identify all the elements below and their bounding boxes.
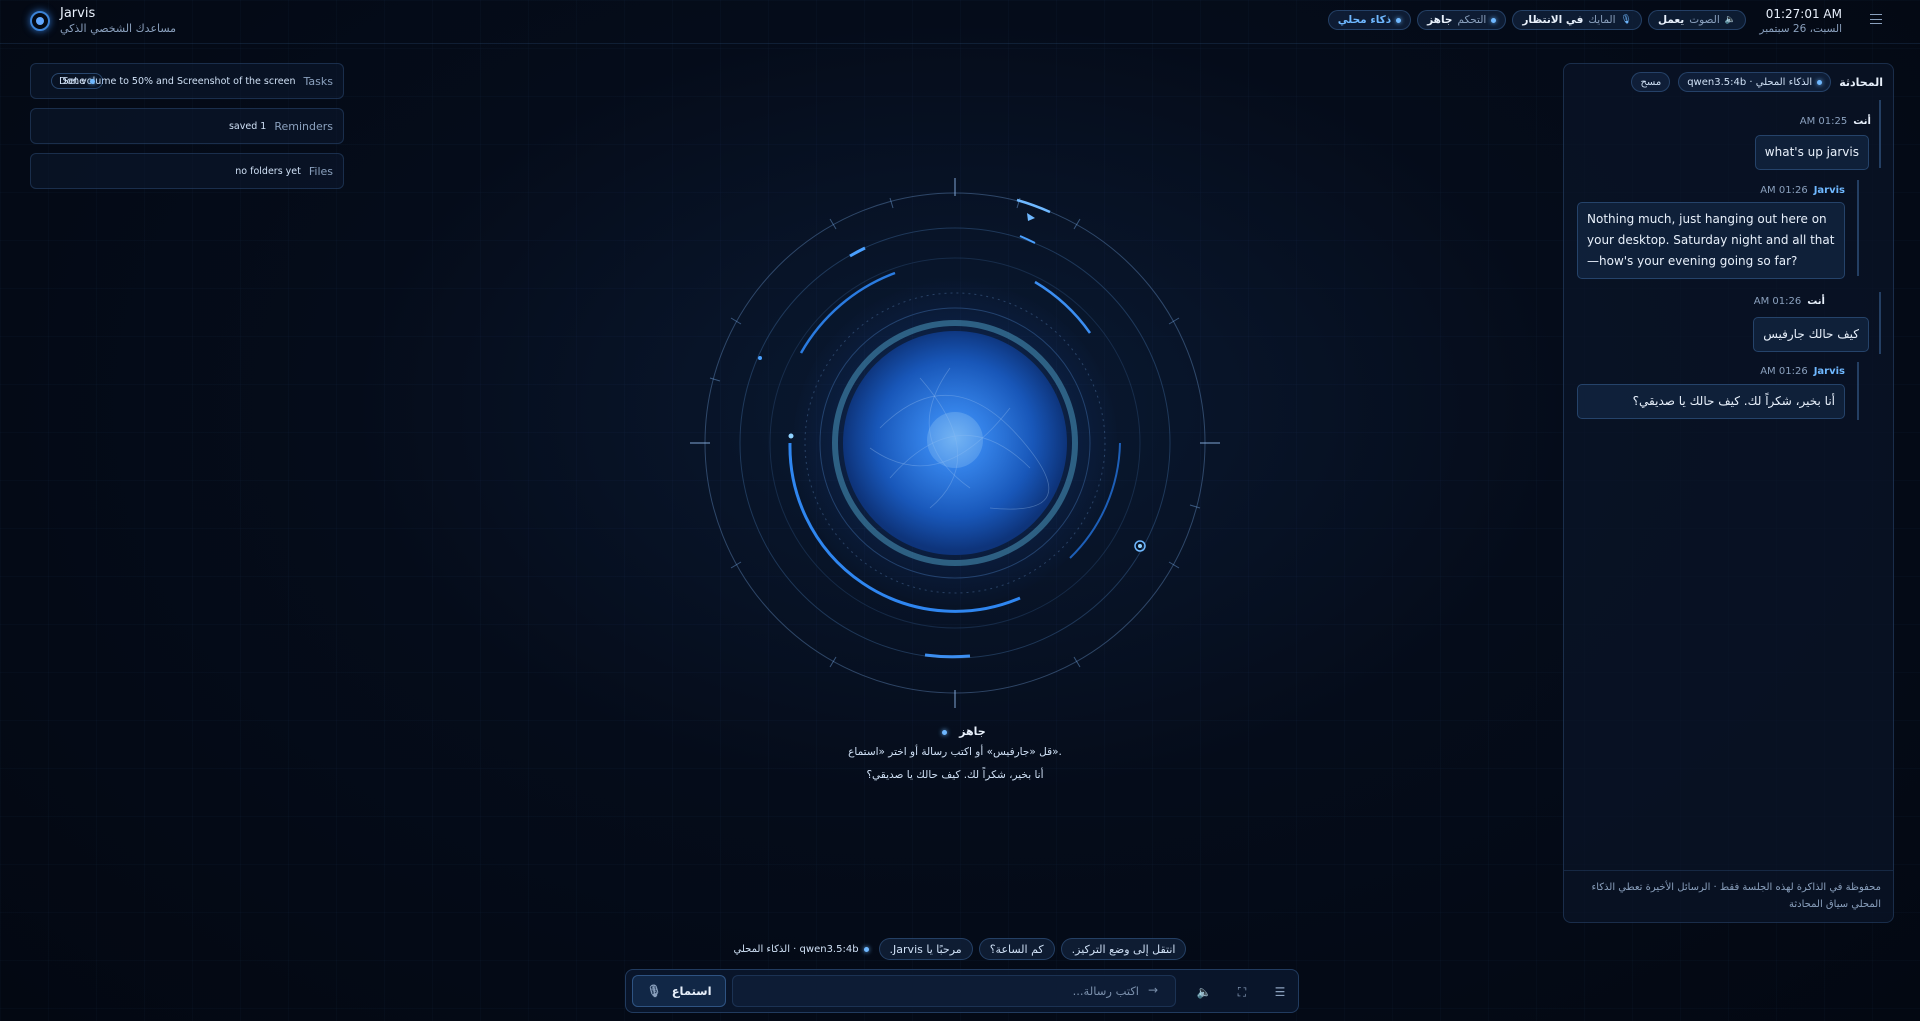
- composer: استماع 🎙 → 🔈 ⛶ ☰: [625, 969, 1299, 1013]
- speaker-icon[interactable]: 🔈: [1194, 982, 1214, 1002]
- status-dot-icon: [863, 946, 869, 952]
- task-status-badge: Done: [51, 73, 104, 89]
- pill-mic[interactable]: 🎙 المايك في الانتظار: [1512, 10, 1642, 30]
- pill-mic-value: في الانتظار: [1522, 14, 1584, 26]
- jarvis-message-bubble: Nothing much, just hanging out here on y…: [1577, 202, 1845, 279]
- reminders-widget[interactable]: saved 1 Reminders: [30, 108, 344, 144]
- top-bar: Jarvis مساعدك الشخصي الذكي 🔈 الصوت يعمل …: [0, 0, 1920, 44]
- user-message-bubble: what's up jarvis: [1754, 135, 1869, 170]
- status-dot-icon: [1491, 17, 1497, 23]
- assistant-orb[interactable]: [690, 178, 1220, 708]
- brand: Jarvis مساعدك الشخصي الذكي: [30, 6, 176, 35]
- settings-sliders-icon[interactable]: ☰: [1270, 982, 1290, 1002]
- task-status-text: Done: [59, 75, 86, 87]
- hamburger-menu-icon[interactable]: [1870, 14, 1882, 24]
- files-widget[interactable]: no folders yet Files: [30, 153, 344, 189]
- message-meta: Jarvis 01:26 AM: [1760, 366, 1845, 377]
- message-time: 01:26 AM: [1753, 296, 1802, 307]
- message-meta: أنت 01:25 AM: [1800, 116, 1871, 127]
- pill-local-ai-value: ذكاء محلي: [1337, 14, 1392, 26]
- clock: 01:27:01 AM السبت، 26 سبتمبر: [1759, 7, 1842, 35]
- message-time: 01:25 AM: [1799, 116, 1848, 127]
- user-message-bubble: كيف حالك جارفيس: [1753, 317, 1869, 352]
- send-arrow-icon[interactable]: →: [1148, 983, 1158, 997]
- pill-control-label: التحكم: [1457, 14, 1487, 26]
- message-time: 01:26 AM: [1760, 185, 1808, 196]
- model-tag-text: qwen3.5:4b · الذكاء المحلي: [733, 943, 859, 955]
- chat-header: مسح qwen3.5:4b · الذكاء المحلي المحادثة: [1564, 64, 1893, 100]
- message-author: أنت: [1853, 116, 1871, 127]
- message-rail: [1879, 100, 1881, 168]
- chat-panel: مسح qwen3.5:4b · الذكاء المحلي المحادثة …: [1563, 63, 1894, 923]
- app-name: Jarvis: [60, 6, 96, 21]
- message-rail: [1879, 292, 1881, 354]
- speaker-icon: 🔈: [1724, 15, 1736, 25]
- clear-label: مسح: [1640, 76, 1662, 88]
- orb-glow: [793, 281, 1117, 605]
- message-author: Jarvis: [1813, 185, 1845, 196]
- status-dot-icon: [1396, 17, 1402, 23]
- listen-button[interactable]: استماع 🎙: [632, 975, 726, 1007]
- status-pills: 🔈 الصوت يعمل 🎙 المايك في الانتظار التحكم…: [1327, 10, 1746, 30]
- model-tag: qwen3.5:4b · الذكاء المحلي: [734, 938, 873, 960]
- message-input[interactable]: [732, 975, 1176, 1007]
- mic-off-icon: 🎙: [646, 984, 662, 998]
- files-label: Files: [308, 164, 333, 178]
- chat-memory-note: محفوظة في الذاكرة لهذه الجلسة فقط · الرس…: [1564, 870, 1893, 922]
- suggestion-chip[interactable]: انتقل إلى وضع التركيز.: [1060, 938, 1187, 960]
- status-dot-icon: [942, 730, 948, 735]
- jarvis-message-bubble: أنا بخير، شكراً لك. كيف حالك يا صديقي؟: [1577, 384, 1845, 419]
- clock-time: 01:27:01 AM: [1765, 7, 1842, 21]
- suggestion-chip[interactable]: كم الساعة؟: [978, 938, 1055, 960]
- message-meta: Jarvis 01:26 AM: [1760, 185, 1845, 196]
- chat-model-text: qwen3.5:4b · الذكاء المحلي: [1687, 76, 1813, 88]
- pill-sound[interactable]: 🔈 الصوت يعمل: [1647, 10, 1746, 30]
- message-rail: [1857, 362, 1859, 420]
- pill-control[interactable]: التحكم جاهز: [1417, 10, 1507, 30]
- pill-mic-label: المايك: [1588, 14, 1616, 26]
- message-rail: [1857, 180, 1859, 276]
- mic-icon: 🎙: [1620, 15, 1632, 25]
- tasks-widget[interactable]: Done Set volume to 50% and Screenshot of…: [30, 63, 344, 99]
- tasks-label: Tasks: [303, 74, 333, 88]
- reminders-value: saved 1: [228, 120, 267, 132]
- jarvis-logo-icon: [30, 10, 50, 31]
- pill-control-value: جاهز: [1427, 14, 1453, 26]
- screenshot-icon[interactable]: ⛶: [1232, 982, 1252, 1002]
- message-author: أنت: [1807, 296, 1825, 307]
- files-value: no folders yet: [235, 165, 301, 177]
- orb-status-text: جاهز: [959, 725, 986, 738]
- status-dot-icon: [1817, 79, 1823, 85]
- clock-date: السبت، 26 سبتمبر: [1759, 23, 1842, 35]
- suggestion-chip[interactable]: مرحبًا يا Jarvis.: [878, 938, 973, 960]
- pill-sound-value: يعمل: [1657, 14, 1685, 26]
- suggestion-row: انتقل إلى وضع التركيز. كم الساعة؟ مرحبًا…: [0, 938, 1920, 960]
- chat-model-badge: qwen3.5:4b · الذكاء المحلي: [1678, 72, 1832, 92]
- reminders-label: Reminders: [274, 119, 333, 133]
- clear-chat-button[interactable]: مسح: [1631, 72, 1671, 92]
- message-author: Jarvis: [1813, 366, 1845, 377]
- listen-label: استماع: [671, 984, 712, 998]
- chat-title: المحادثة: [1839, 75, 1883, 89]
- app-subtitle: مساعدك الشخصي الذكي: [60, 22, 177, 35]
- pill-local-ai[interactable]: ذكاء محلي: [1327, 10, 1412, 30]
- status-dot-icon: [90, 78, 96, 84]
- message-time: 01:26 AM: [1760, 366, 1808, 377]
- message-meta: أنت 01:26 AM: [1754, 296, 1825, 307]
- pill-sound-label: الصوت: [1689, 14, 1720, 26]
